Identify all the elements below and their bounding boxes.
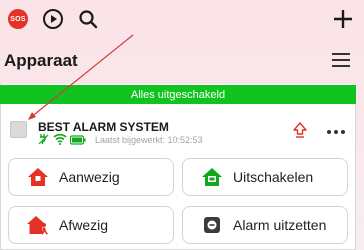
away-arm-label: Afwezig [59, 217, 109, 233]
disarm-label: Uitschakelen [233, 169, 314, 185]
section-title: Apparaat [4, 51, 78, 70]
home-arm-label: Aanwezig [59, 169, 120, 185]
power-plug-icon [38, 132, 50, 150]
more-options-icon[interactable] [326, 124, 346, 134]
status-banner: Alles uitgeschakeld [0, 85, 356, 104]
menu-icon[interactable] [331, 51, 351, 69]
away-arm-icon [27, 214, 49, 236]
away-arm-button[interactable]: Afwezig [8, 206, 174, 244]
home-arm-icon [27, 166, 49, 188]
play-icon[interactable] [41, 7, 65, 31]
device-checkbox[interactable] [10, 121, 27, 138]
alarm-off-icon [201, 214, 223, 236]
top-bar: SOS [0, 0, 364, 40]
alarm-off-button[interactable]: Alarm uitzetten [182, 206, 348, 244]
upload-icon[interactable] [293, 122, 307, 138]
add-icon[interactable] [330, 6, 356, 32]
home-arm-button[interactable]: Aanwezig [8, 158, 174, 196]
last-updated-text: Laatst bijgewerkt: 10:52:53 [95, 135, 203, 145]
wifi-icon [53, 132, 67, 150]
device-status-icons [38, 132, 86, 150]
battery-icon [69, 132, 86, 150]
disarm-button[interactable]: Uitschakelen [182, 158, 348, 196]
sos-button[interactable]: SOS [8, 9, 28, 29]
home-disarm-icon [201, 166, 223, 188]
search-icon[interactable] [76, 7, 100, 31]
alarm-off-label: Alarm uitzetten [233, 217, 327, 233]
